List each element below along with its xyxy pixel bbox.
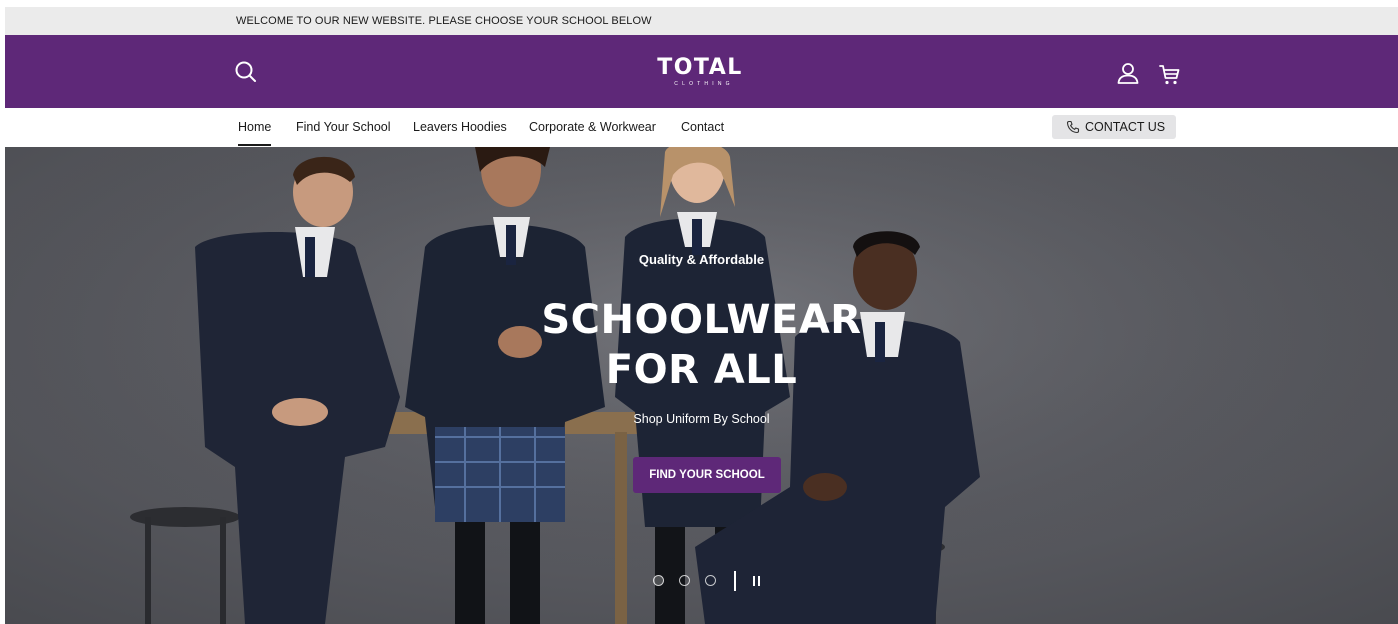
hero-headline-line2: FOR ALL bbox=[605, 347, 798, 393]
hero-headline: SCHOOLWEAR FOR ALL bbox=[5, 295, 1398, 395]
announcement-text: WELCOME TO OUR NEW WEBSITE. PLEASE CHOOS… bbox=[236, 15, 652, 27]
logo-wordmark: TOTAL bbox=[657, 55, 743, 80]
contact-us-label: CONTACT US bbox=[1085, 120, 1166, 134]
announcement-bar: WELCOME TO OUR NEW WEBSITE. PLEASE CHOOS… bbox=[5, 7, 1398, 35]
hero-subline: Shop Uniform By School bbox=[633, 412, 770, 426]
contact-us-button[interactable]: CONTACT US bbox=[1052, 115, 1176, 139]
nav-item-contact[interactable]: Contact bbox=[681, 108, 724, 147]
account-button[interactable] bbox=[1115, 61, 1141, 87]
nav-item-home[interactable]: Home bbox=[238, 108, 272, 147]
site-header: TOTAL CLOTHING bbox=[5, 35, 1398, 108]
hero-banner: Quality & Affordable SCHOOLWEAR FOR ALL … bbox=[5, 147, 1398, 624]
nav-item-leavers-hoodies[interactable]: Leavers Hoodies bbox=[413, 108, 507, 147]
pause-button[interactable] bbox=[750, 573, 764, 589]
nav-item-find-your-school[interactable]: Find Your School bbox=[296, 108, 391, 147]
find-your-school-button[interactable]: FIND YOUR SCHOOL bbox=[633, 457, 781, 493]
hero-headline-line1: SCHOOLWEAR bbox=[541, 297, 862, 343]
phone-icon bbox=[1066, 120, 1080, 134]
search-icon bbox=[235, 61, 256, 82]
logo-tagline: CLOTHING bbox=[674, 81, 734, 87]
slide-dot-3[interactable] bbox=[705, 575, 716, 586]
search-button[interactable] bbox=[233, 59, 259, 85]
main-navigation: Home Find Your School Leavers Hoodies Co… bbox=[5, 108, 1398, 147]
slide-dot-2[interactable] bbox=[679, 575, 690, 586]
nav-item-corporate-workwear[interactable]: Corporate & Workwear bbox=[529, 108, 656, 147]
slideshow-controls bbox=[645, 571, 775, 591]
cart-button[interactable] bbox=[1157, 62, 1183, 88]
user-icon bbox=[1117, 63, 1139, 84]
cart-icon bbox=[1159, 65, 1180, 85]
site-logo[interactable]: TOTAL CLOTHING bbox=[645, 57, 755, 91]
controls-divider bbox=[734, 571, 736, 591]
pause-icon bbox=[753, 576, 760, 586]
page: WELCOME TO OUR NEW WEBSITE. PLEASE CHOOS… bbox=[0, 0, 1398, 624]
hero-eyebrow: Quality & Affordable bbox=[638, 252, 765, 267]
slide-dot-1[interactable] bbox=[653, 575, 664, 586]
